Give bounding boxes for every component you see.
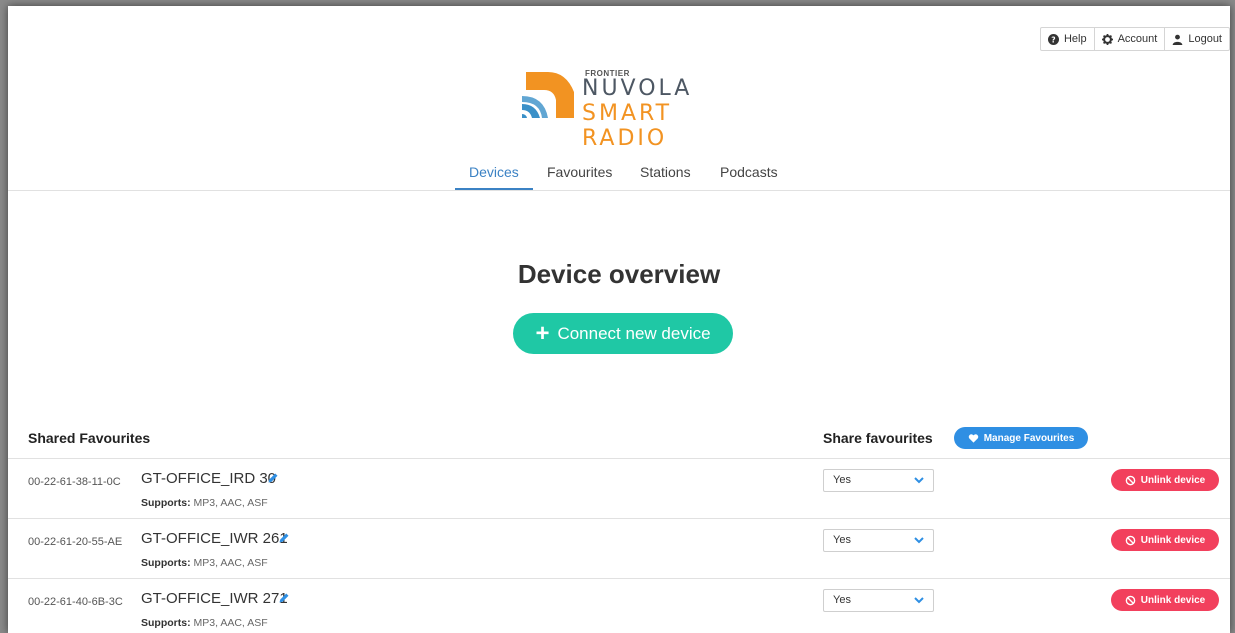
share-favourites-select[interactable]: Yes (823, 529, 934, 552)
share-favourites-select[interactable]: Yes (823, 589, 934, 612)
connect-button-label: Connect new device (557, 323, 711, 343)
device-name: GT-OFFICE_IRD 30 (141, 470, 277, 487)
unlink-label: Unlink device (1140, 594, 1206, 606)
share-select-value: Yes (833, 594, 851, 606)
heart-icon (968, 433, 978, 443)
gear-icon (1101, 33, 1113, 45)
account-label: Account (1117, 33, 1158, 45)
help-label: Help (1063, 33, 1087, 45)
manage-favourites-label: Manage Favourites (983, 432, 1075, 444)
unlink-label: Unlink device (1140, 474, 1206, 486)
pencil-icon[interactable] (278, 592, 290, 604)
table-row: 00-22-61-20-55-AE GT-OFFICE_IWR 261 Supp… (8, 519, 1230, 579)
device-supports: Supports: MP3, AAC, ASF (141, 497, 268, 509)
logo-title-line1: NUVOLA (582, 76, 693, 101)
connect-new-device-button[interactable]: + Connect new device (513, 313, 733, 354)
svg-text:?: ? (1051, 35, 1055, 44)
main-nav: Devices Favourites Stations Podcasts (8, 156, 1230, 191)
tab-podcasts[interactable]: Podcasts (720, 164, 778, 188)
device-mac: 00-22-61-20-55-AE (28, 536, 123, 548)
help-link[interactable]: ? Help (1041, 28, 1094, 50)
ban-icon (1125, 475, 1136, 485)
device-name: GT-OFFICE_IWR 261 (141, 530, 288, 547)
user-icon (1173, 34, 1183, 45)
question-circle-icon: ? (1047, 33, 1059, 45)
unlink-label: Unlink device (1140, 534, 1206, 546)
share-favourites-select[interactable]: Yes (823, 469, 934, 492)
unlink-device-button[interactable]: Unlink device (1111, 589, 1219, 611)
supports-formats: MP3, AAC, ASF (193, 497, 268, 509)
tab-favourites[interactable]: Favourites (547, 164, 612, 188)
unlink-device-button[interactable]: Unlink device (1111, 529, 1219, 551)
app-window: ? Help Account Logout FRONTIER NUVOLA SM… (8, 6, 1230, 633)
supports-label: Supports: (141, 617, 191, 629)
chevron-down-icon (914, 597, 924, 604)
logout-label: Logout (1188, 33, 1222, 45)
logo-title-line2: SMART RADIO (582, 101, 673, 151)
device-supports: Supports: MP3, AAC, ASF (141, 557, 268, 569)
device-supports: Supports: MP3, AAC, ASF (141, 617, 268, 629)
chevron-down-icon (914, 477, 924, 484)
supports-label: Supports: (141, 557, 191, 569)
logo-mark (522, 72, 574, 118)
device-mac: 00-22-61-38-11-0C (28, 476, 121, 488)
share-favourites-heading: Share favourites (823, 430, 933, 446)
user-menu: ? Help Account Logout (1039, 27, 1230, 51)
tab-devices[interactable]: Devices (455, 164, 533, 190)
account-link[interactable]: Account (1093, 28, 1165, 50)
supports-formats: MP3, AAC, ASF (193, 617, 268, 629)
unlink-device-button[interactable]: Unlink device (1111, 469, 1219, 491)
logout-link[interactable]: Logout (1164, 28, 1229, 50)
devices-table-header: Shared Favourites Share favourites Manag… (8, 426, 1230, 459)
tab-stations[interactable]: Stations (640, 164, 691, 188)
page-title: Device overview (517, 259, 721, 289)
table-row: 00-22-61-38-11-0C GT-OFFICE_IRD 30 Suppo… (8, 459, 1230, 519)
nuvola-logo: FRONTIER NUVOLA SMART RADIO (518, 62, 738, 151)
pencil-icon[interactable] (267, 472, 279, 484)
ban-icon (1125, 595, 1136, 605)
chevron-down-icon (914, 537, 924, 544)
ban-icon (1125, 535, 1136, 545)
table-row: 00-22-61-40-6B-3C GT-OFFICE_IWR 271 Supp… (8, 579, 1230, 633)
share-select-value: Yes (833, 474, 851, 486)
shared-favourites-heading: Shared Favourites (28, 430, 151, 446)
plus-icon: + (535, 319, 550, 347)
pencil-icon[interactable] (278, 532, 290, 544)
manage-favourites-button[interactable]: Manage Favourites (954, 427, 1088, 449)
supports-label: Supports: (141, 497, 191, 509)
supports-formats: MP3, AAC, ASF (193, 557, 268, 569)
device-name: GT-OFFICE_IWR 271 (141, 590, 288, 607)
device-mac: 00-22-61-40-6B-3C (28, 596, 123, 608)
share-select-value: Yes (833, 534, 851, 546)
